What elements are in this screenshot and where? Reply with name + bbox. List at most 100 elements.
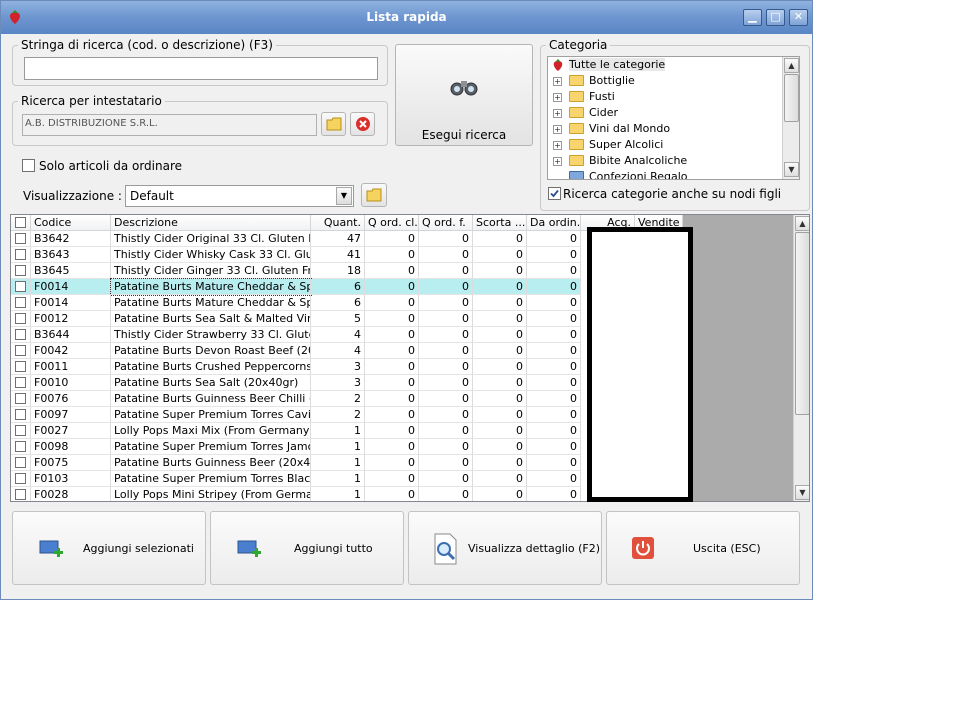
cell-stock[interactable]: 0 (473, 471, 527, 487)
cell-q-ord-f[interactable]: 0 (419, 263, 473, 279)
row-checkbox[interactable] (15, 489, 26, 500)
row-checkbox[interactable] (15, 233, 26, 244)
row-checkbox-cell[interactable] (11, 375, 31, 391)
row-checkbox[interactable] (15, 249, 26, 260)
cell-stock[interactable]: 0 (473, 311, 527, 327)
cell-q-ord-f[interactable]: 0 (419, 423, 473, 439)
cell-code[interactable]: F0076 (31, 391, 111, 407)
cell-quantity[interactable]: 4 (311, 327, 365, 343)
close-button[interactable]: ✕ (789, 9, 808, 26)
cell-stock[interactable]: 0 (473, 455, 527, 471)
row-checkbox-cell[interactable] (11, 295, 31, 311)
holder-field[interactable]: A.B. DISTRIBUZIONE S.R.L. (22, 114, 317, 136)
cell-quantity[interactable]: 1 (311, 471, 365, 487)
cell-q-ord-cl[interactable]: 0 (365, 471, 419, 487)
cell-q-ord-f[interactable]: 0 (419, 455, 473, 471)
cell-description[interactable]: Patatine Burts Guinness Beer Chilli (2..… (111, 391, 311, 407)
cell-q-ord-cl[interactable]: 0 (365, 263, 419, 279)
cell-code[interactable]: F0075 (31, 455, 111, 471)
tree-item[interactable]: + Fusti (548, 89, 784, 105)
cell-code[interactable]: F0012 (31, 311, 111, 327)
row-checkbox-cell[interactable] (11, 279, 31, 295)
header-stock[interactable]: Scorta ... (473, 215, 527, 231)
row-checkbox[interactable] (15, 281, 26, 292)
cell-to-order[interactable]: 0 (527, 391, 581, 407)
cell-stock[interactable]: 0 (473, 279, 527, 295)
cell-q-ord-cl[interactable]: 0 (365, 407, 419, 423)
cell-q-ord-cl[interactable]: 0 (365, 359, 419, 375)
table-row[interactable]: B3642 Thistly Cider Original 33 Cl. Glute… (11, 231, 683, 247)
tree-item[interactable]: + Cider (548, 105, 784, 121)
cell-q-ord-cl[interactable]: 0 (365, 487, 419, 501)
chevron-down-icon[interactable]: ▼ (336, 187, 352, 205)
select-all-header[interactable] (11, 215, 31, 231)
cell-code[interactable]: F0042 (31, 343, 111, 359)
cell-code[interactable]: F0014 (31, 295, 111, 311)
row-checkbox[interactable] (15, 425, 26, 436)
only-to-order-checkbox[interactable] (22, 159, 35, 172)
cell-to-order[interactable]: 0 (527, 343, 581, 359)
row-checkbox-cell[interactable] (11, 439, 31, 455)
view-select[interactable]: Default ▼ (125, 185, 354, 207)
row-checkbox[interactable] (15, 313, 26, 324)
table-row[interactable]: F0103 Patatine Super Premium Torres Black… (11, 471, 683, 487)
cell-code[interactable]: B3644 (31, 327, 111, 343)
row-checkbox-cell[interactable] (11, 343, 31, 359)
cell-stock[interactable]: 0 (473, 327, 527, 343)
row-checkbox[interactable] (15, 441, 26, 452)
cell-q-ord-cl[interactable]: 0 (365, 231, 419, 247)
cell-code[interactable]: F0014 (31, 279, 111, 295)
cell-description[interactable]: Thistly Cider Strawberry 33 Cl. Gluten..… (111, 327, 311, 343)
cell-to-order[interactable]: 0 (527, 407, 581, 423)
cell-to-order[interactable]: 0 (527, 247, 581, 263)
cell-code[interactable]: B3642 (31, 231, 111, 247)
cell-q-ord-cl[interactable]: 0 (365, 391, 419, 407)
cell-q-ord-cl[interactable]: 0 (365, 423, 419, 439)
cell-q-ord-cl[interactable]: 0 (365, 279, 419, 295)
table-row[interactable]: F0075Patatine Burts Guinness Beer (20x40… (11, 455, 683, 471)
cell-to-order[interactable]: 0 (527, 327, 581, 343)
expand-icon[interactable]: + (553, 125, 562, 134)
cell-q-ord-f[interactable]: 0 (419, 391, 473, 407)
cell-to-order[interactable]: 0 (527, 423, 581, 439)
cell-to-order[interactable]: 0 (527, 295, 581, 311)
cell-stock[interactable]: 0 (473, 231, 527, 247)
cell-q-ord-cl[interactable]: 0 (365, 295, 419, 311)
row-checkbox[interactable] (15, 329, 26, 340)
cell-q-ord-cl[interactable]: 0 (365, 327, 419, 343)
cell-q-ord-f[interactable]: 0 (419, 279, 473, 295)
add-selected-button[interactable]: Aggiungi selezionati (12, 511, 206, 585)
cell-quantity[interactable]: 2 (311, 391, 365, 407)
tree-item[interactable]: + Vini dal Mondo (548, 121, 784, 137)
header-code[interactable]: Codice (31, 215, 111, 231)
cell-description[interactable]: Lolly Pops Mini Stripey (From Germany) (111, 487, 311, 501)
search-input[interactable] (24, 57, 378, 80)
cell-code[interactable]: F0097 (31, 407, 111, 423)
grid-scrollbar[interactable]: ▲ ▼ (793, 215, 809, 501)
cell-q-ord-f[interactable]: 0 (419, 231, 473, 247)
select-all-checkbox[interactable] (15, 217, 26, 228)
table-row[interactable]: F0011 Patatine Burts Crushed Peppercorns … (11, 359, 683, 375)
row-checkbox-cell[interactable] (11, 487, 31, 501)
cell-quantity[interactable]: 2 (311, 407, 365, 423)
row-checkbox-cell[interactable] (11, 231, 31, 247)
header-to-order[interactable]: Da ordin. (527, 215, 581, 231)
cell-description[interactable]: Patatine Burts Devon Roast Beef (20... (111, 343, 311, 359)
tree-item[interactable]: Confezioni Regalo (548, 169, 784, 179)
cell-code[interactable]: F0103 (31, 471, 111, 487)
cell-code[interactable]: F0010 (31, 375, 111, 391)
row-checkbox-cell[interactable] (11, 263, 31, 279)
row-checkbox-cell[interactable] (11, 359, 31, 375)
row-checkbox-cell[interactable] (11, 471, 31, 487)
cell-q-ord-f[interactable]: 0 (419, 487, 473, 501)
cell-to-order[interactable]: 0 (527, 231, 581, 247)
cell-stock[interactable]: 0 (473, 375, 527, 391)
cell-code[interactable]: F0028 (31, 487, 111, 501)
table-row[interactable]: F0012 Patatine Burts Sea Salt & Malted Vi… (11, 311, 683, 327)
cell-description[interactable]: Patatine Super Premium Torres Jamon... (111, 439, 311, 455)
cell-description[interactable]: Patatine Super Premium Torres Black ... (111, 471, 311, 487)
cell-stock[interactable]: 0 (473, 407, 527, 423)
cell-quantity[interactable]: 3 (311, 359, 365, 375)
table-row[interactable]: F0076 Patatine Burts Guinness Beer Chilli… (11, 391, 683, 407)
scroll-thumb[interactable] (795, 232, 809, 415)
